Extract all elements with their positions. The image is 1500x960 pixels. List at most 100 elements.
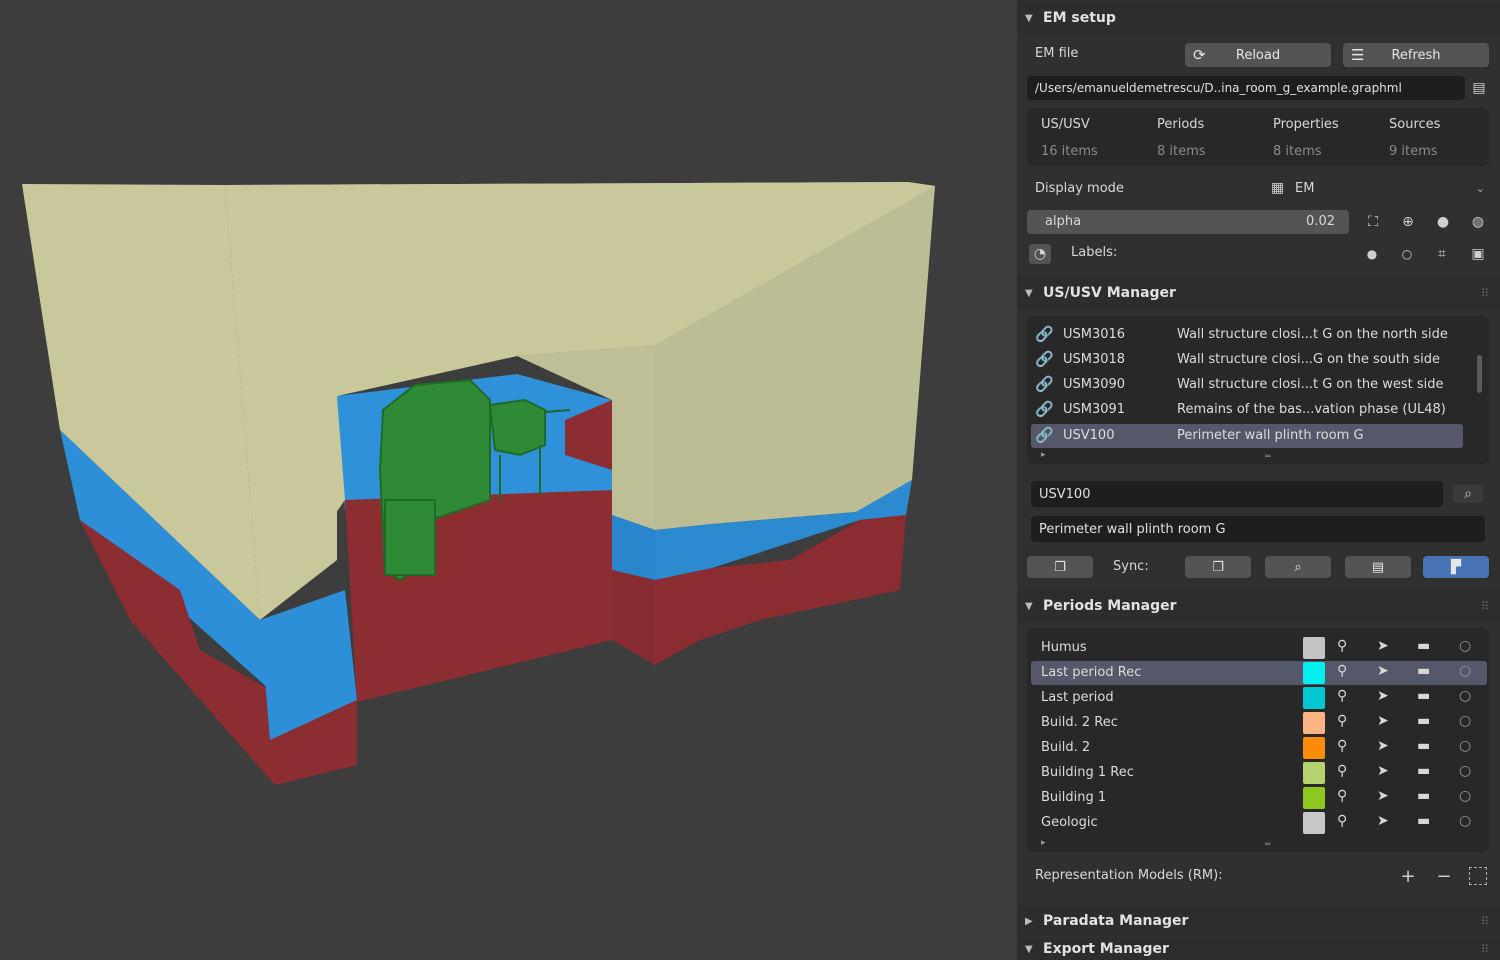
periods-manager-title: Periods Manager	[1043, 598, 1177, 614]
circle-icon[interactable]: ○	[1459, 813, 1471, 829]
frame-icon[interactable]: ⛶	[1364, 213, 1382, 231]
drag-grip-icon[interactable]: ⠿	[1481, 943, 1489, 956]
link-icon: 🔗	[1035, 400, 1054, 418]
eyedropper-icon[interactable]: ⚲	[1337, 763, 1347, 779]
eyedropper-icon[interactable]: ⚲	[1337, 713, 1347, 729]
dot-empty-icon[interactable]: ○	[1398, 245, 1416, 263]
list-item-selected[interactable]: 🔗 USV100 Perimeter wall plinth room G	[1031, 424, 1463, 448]
period-color-swatch[interactable]	[1303, 737, 1325, 759]
em-file-path-field[interactable]: /Users/emanueldemetrescu/D..ina_room_g_e…	[1027, 76, 1465, 100]
box-select-icon[interactable]	[1469, 867, 1487, 885]
eyedropper-icon[interactable]: ⚲	[1337, 788, 1347, 804]
period-row[interactable]: Building 1 ⚲ ➤ ▬ ○	[1031, 786, 1487, 810]
drag-grip-icon[interactable]: ⠿	[1481, 600, 1489, 613]
plus-icon[interactable]: +	[1399, 866, 1417, 887]
display-icon[interactable]: ▬	[1417, 763, 1430, 779]
circle-icon[interactable]: ○	[1459, 638, 1471, 654]
search-icon[interactable]: ⌕	[1453, 485, 1483, 503]
circle-icon[interactable]: ○	[1459, 688, 1471, 704]
sync-search-button[interactable]: ⌕	[1265, 556, 1331, 578]
list-item[interactable]: 🔗 USM3091 Remains of the bas...vation ph…	[1031, 398, 1463, 422]
bounds-icon[interactable]: ⌗	[1433, 245, 1451, 263]
circle-icon[interactable]: ○	[1459, 738, 1471, 754]
period-row[interactable]: Build. 2 ⚲ ➤ ▬ ○	[1031, 736, 1487, 760]
circle-icon[interactable]: ○	[1459, 763, 1471, 779]
us-description-field[interactable]: Perimeter wall plinth room G	[1031, 516, 1485, 542]
list-icon: ▤	[1371, 559, 1385, 575]
eyedropper-icon[interactable]: ⚲	[1337, 688, 1347, 704]
display-mode-select[interactable]: ▦ EM ⌄	[1267, 178, 1489, 202]
period-color-swatch[interactable]	[1303, 787, 1325, 809]
select-arrow-icon[interactable]: ➤	[1377, 763, 1389, 779]
labels-toggle-icon[interactable]: ◔	[1029, 244, 1051, 264]
sync-select-button[interactable]: ❐	[1185, 556, 1251, 578]
export-manager-header[interactable]: ▼ Export Manager ⠿	[1017, 938, 1500, 960]
list-scrollbar[interactable]	[1477, 355, 1482, 393]
display-icon[interactable]: ▬	[1417, 738, 1430, 754]
period-color-swatch[interactable]	[1303, 637, 1325, 659]
select-arrow-icon[interactable]: ➤	[1377, 713, 1389, 729]
eyedropper-icon[interactable]: ⚲	[1337, 738, 1347, 754]
eyedropper-icon[interactable]: ⚲	[1337, 813, 1347, 829]
circle-icon[interactable]: ○	[1459, 713, 1471, 729]
display-icon[interactable]: ▬	[1417, 688, 1430, 704]
expand-arrow-icon[interactable]: ▸	[1041, 838, 1046, 848]
resize-grip-icon[interactable]: ═	[1265, 452, 1270, 462]
globe-icon[interactable]: ⊕	[1399, 213, 1417, 231]
reload-icon: ⟳	[1193, 46, 1206, 64]
period-row-selected[interactable]: Last period Rec ⚲ ➤ ▬ ○	[1031, 661, 1487, 685]
minus-icon[interactable]: −	[1435, 866, 1453, 887]
copy-button[interactable]: ❐	[1027, 556, 1093, 578]
period-color-swatch[interactable]	[1303, 762, 1325, 784]
display-icon[interactable]: ▬	[1417, 638, 1430, 654]
select-arrow-icon[interactable]: ➤	[1377, 738, 1389, 754]
list-item[interactable]: 🔗 USM3016 Wall structure closi...t G on …	[1031, 323, 1463, 347]
period-row[interactable]: Humus ⚲ ➤ ▬ ○	[1031, 636, 1487, 660]
select-arrow-icon[interactable]: ➤	[1377, 663, 1389, 679]
em-setup-header[interactable]: ▼ EM setup	[1017, 2, 1500, 34]
period-row[interactable]: Build. 2 Rec ⚲ ➤ ▬ ○	[1031, 711, 1487, 735]
solid-circle-icon[interactable]: ●	[1434, 213, 1452, 231]
eyedropper-icon[interactable]: ⚲	[1337, 638, 1347, 654]
display-icon[interactable]: ▬	[1417, 813, 1430, 829]
us-manager-header[interactable]: ▼ US/USV Manager ⠿	[1017, 277, 1500, 309]
us-name-field[interactable]: USV100	[1031, 481, 1443, 507]
3d-viewport[interactable]	[0, 0, 1017, 960]
list-item[interactable]: 🔗 USM3018 Wall structure closi...G on th…	[1031, 348, 1463, 372]
sync-active-button[interactable]: ▛	[1423, 556, 1489, 578]
period-color-swatch[interactable]	[1303, 712, 1325, 734]
shading-icon[interactable]: ◍	[1469, 213, 1487, 231]
drag-grip-icon[interactable]: ⠿	[1481, 915, 1489, 928]
folder-icon[interactable]: ▤	[1470, 79, 1488, 97]
list-item[interactable]: 🔗 USM3090 Wall structure closi...t G on …	[1031, 373, 1463, 397]
drag-grip-icon[interactable]: ⠿	[1481, 287, 1489, 300]
period-color-swatch[interactable]	[1303, 812, 1325, 834]
resize-grip-icon[interactable]: ═	[1265, 840, 1270, 850]
period-row[interactable]: Geologic ⚲ ➤ ▬ ○	[1031, 811, 1487, 835]
dot-filled-icon[interactable]: ●	[1363, 245, 1381, 263]
circle-icon[interactable]: ○	[1459, 663, 1471, 679]
select-arrow-icon[interactable]: ➤	[1377, 688, 1389, 704]
select-arrow-icon[interactable]: ➤	[1377, 813, 1389, 829]
select-arrow-icon[interactable]: ➤	[1377, 788, 1389, 804]
refresh-button[interactable]: ☰ Refresh	[1343, 43, 1489, 67]
select-arrow-icon[interactable]: ➤	[1377, 638, 1389, 654]
eyedropper-icon[interactable]: ⚲	[1337, 663, 1347, 679]
display-icon[interactable]: ▬	[1417, 713, 1430, 729]
sync-list-button[interactable]: ▤	[1345, 556, 1411, 578]
display-icon[interactable]: ▬	[1417, 788, 1430, 804]
properties-panel: ▼ EM setup EM file ⟳ Reload ☰ Refresh /U…	[1017, 0, 1500, 960]
alpha-slider[interactable]: alpha 0.02	[1027, 210, 1349, 234]
periods-manager-header[interactable]: ▼ Periods Manager ⠿	[1017, 590, 1500, 622]
period-color-swatch[interactable]	[1303, 662, 1325, 684]
period-row[interactable]: Building 1 Rec ⚲ ➤ ▬ ○	[1031, 761, 1487, 785]
paradata-manager-header[interactable]: ▶ Paradata Manager ⠿	[1017, 906, 1500, 936]
period-row[interactable]: Last period ⚲ ➤ ▬ ○	[1031, 686, 1487, 710]
reload-button[interactable]: ⟳ Reload	[1185, 43, 1331, 67]
camera-icon[interactable]: ▣	[1469, 245, 1487, 263]
period-color-swatch[interactable]	[1303, 687, 1325, 709]
circle-icon[interactable]: ○	[1459, 788, 1471, 804]
display-icon[interactable]: ▬	[1417, 663, 1430, 679]
expand-arrow-icon[interactable]: ▸	[1041, 450, 1046, 460]
expand-triangle-icon: ▶	[1025, 915, 1033, 927]
